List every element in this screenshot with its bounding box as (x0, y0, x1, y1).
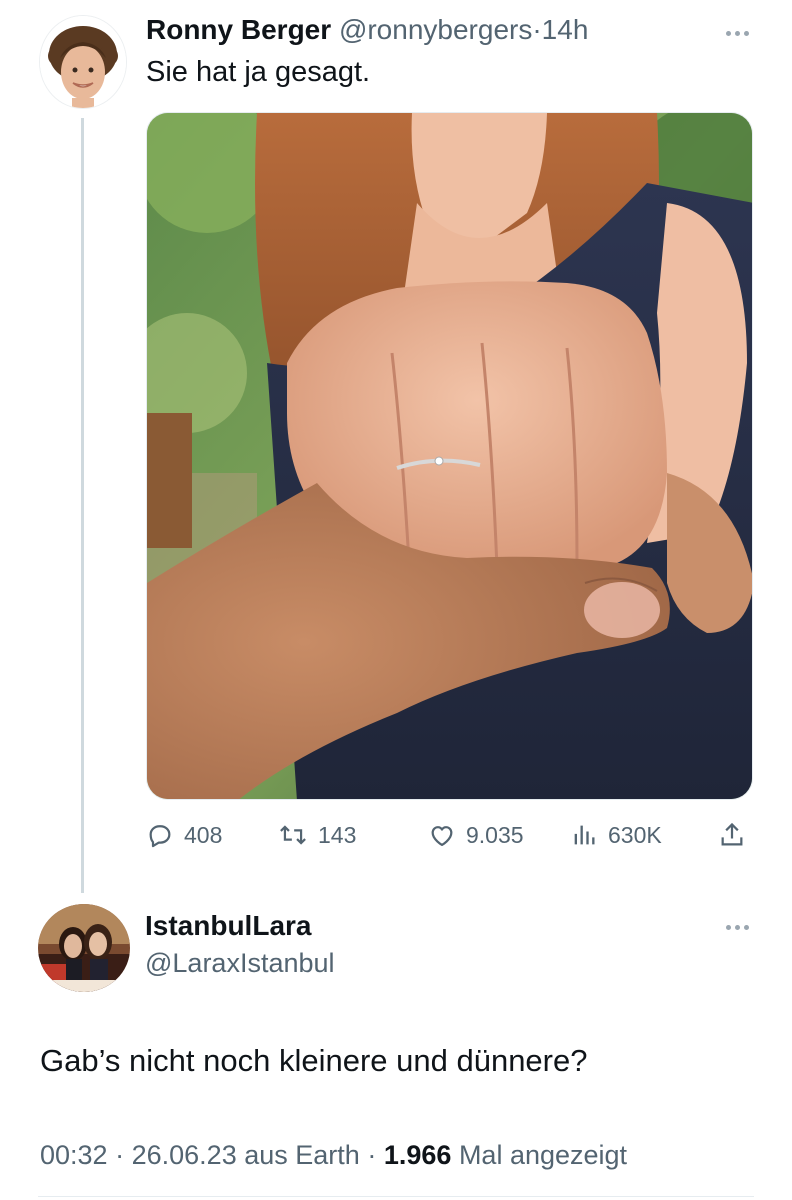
retweet-button[interactable]: 143 (278, 812, 356, 858)
reply-author-handle[interactable]: @LaraxIstanbul (145, 948, 335, 979)
share-button[interactable] (718, 812, 746, 858)
author-handle[interactable]: @ronnybergers (339, 14, 532, 45)
view-count[interactable]: 1.966 (384, 1140, 452, 1170)
reply-meta: 00:32 · 26.06.23 aus Earth · 1.966 Mal a… (40, 1140, 627, 1171)
tweet-header: Ronny Berger @ronnybergers·14h (146, 14, 588, 46)
meta-separator: · (367, 1140, 377, 1170)
tweet-text: Sie hat ja gesagt. (146, 56, 371, 88)
author-name[interactable]: Ronny Berger (146, 14, 331, 45)
view-suffix: Mal angezeigt (458, 1140, 628, 1170)
retweet-icon (280, 825, 306, 845)
retweet-count: 143 (318, 821, 357, 848)
more-icon[interactable] (720, 26, 754, 40)
more-icon[interactable] (720, 920, 754, 934)
reply-icon (149, 825, 171, 848)
avatar[interactable] (40, 16, 126, 108)
photo-image (147, 113, 752, 799)
views-count: 630K (608, 821, 662, 848)
share-icon (721, 822, 743, 846)
avatar-image (40, 16, 126, 108)
tweet-photo[interactable] (146, 112, 753, 800)
reply-avatar[interactable] (38, 904, 130, 992)
original-tweet[interactable]: Ronny Berger @ronnybergers·14h Sie hat j… (0, 0, 792, 895)
reply-date[interactable]: 26.06.23 (132, 1140, 237, 1170)
views-button[interactable]: 630K (570, 812, 662, 858)
reply-source: aus Earth (244, 1140, 360, 1170)
tweet-actions: 408 143 9.035 630K (146, 812, 756, 862)
reply-time[interactable]: 00:32 (40, 1140, 108, 1170)
like-button[interactable]: 9.035 (428, 812, 524, 858)
thread-connector (81, 118, 84, 893)
reply-count: 408 (184, 821, 223, 848)
divider (38, 1196, 754, 1197)
reply-text: Gab’s nicht noch kleinere und dünnere? (40, 1043, 588, 1078)
like-icon (431, 826, 453, 847)
reply-button[interactable]: 408 (146, 812, 222, 858)
header-separator: · (532, 14, 542, 45)
views-icon (574, 825, 595, 845)
meta-separator: · (115, 1140, 125, 1170)
reply-avatar-image (38, 904, 130, 992)
reply-author-name[interactable]: IstanbulLara (145, 910, 311, 942)
like-count: 9.035 (466, 821, 524, 848)
tweet-time[interactable]: 14h (542, 14, 589, 45)
